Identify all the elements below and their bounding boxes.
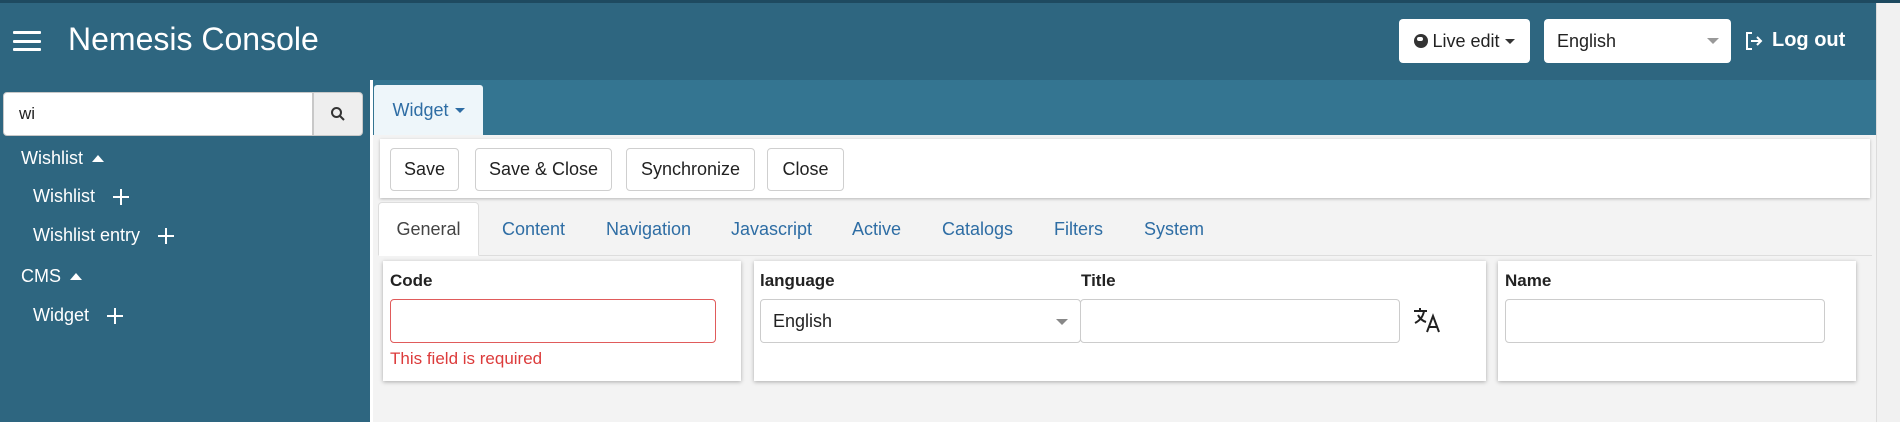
- plus-icon[interactable]: [107, 307, 124, 324]
- search-icon: [331, 107, 345, 121]
- app-window: Nemesis Console Live edit English Log ou…: [0, 0, 1900, 422]
- caret-up-icon: [92, 155, 104, 162]
- tab-filters[interactable]: Filters: [1054, 202, 1103, 256]
- live-edit-label: Live edit: [1432, 30, 1500, 51]
- plus-icon[interactable]: [158, 227, 175, 244]
- module-label: Widget: [392, 99, 449, 120]
- language-dropdown-value: English: [773, 310, 833, 331]
- language-select-value: English: [1557, 30, 1617, 51]
- sidebar-group-label: CMS: [21, 266, 61, 286]
- action-toolbar: Save Save & Close Synchronize Close: [380, 139, 1870, 198]
- code-error-message: This field is required: [390, 349, 543, 368]
- tab-content[interactable]: Content: [502, 202, 565, 256]
- name-label: Name: [1505, 271, 1552, 290]
- tab-active[interactable]: Active: [852, 202, 901, 256]
- logout-button[interactable]: Log out: [1744, 29, 1845, 52]
- localized-title-panel: language English Title: [754, 261, 1486, 381]
- sidebar-group-cms[interactable]: CMS: [21, 266, 82, 287]
- caret-down-icon: [454, 107, 465, 113]
- sidebar-search: [3, 92, 363, 136]
- hamburger-menu-icon[interactable]: [13, 31, 41, 51]
- chevron-down-icon: [1056, 319, 1068, 325]
- vertical-scrollbar[interactable]: [1876, 3, 1900, 422]
- sidebar-search-input[interactable]: [3, 92, 313, 136]
- sidebar: Wishlist Wishlist Wishlist entry CMS Wid…: [0, 80, 370, 422]
- synchronize-button[interactable]: Synchronize: [626, 148, 755, 191]
- sidebar-group-wishlist[interactable]: Wishlist: [21, 148, 104, 169]
- module-dropdown-button[interactable]: Widget: [374, 85, 483, 135]
- code-label: Code: [390, 271, 433, 290]
- language-select[interactable]: English: [1544, 19, 1731, 63]
- sidebar-item-label: Wishlist entry: [33, 225, 141, 245]
- tab-navigation[interactable]: Navigation: [606, 202, 691, 256]
- tab-bar: General Content Navigation Javascript Ac…: [378, 202, 1872, 256]
- name-input[interactable]: [1505, 299, 1825, 343]
- close-button[interactable]: Close: [767, 148, 844, 191]
- title-label: Title: [1081, 271, 1116, 290]
- sidebar-item-widget[interactable]: Widget: [33, 305, 124, 326]
- tab-javascript[interactable]: Javascript: [731, 202, 812, 256]
- module-bar: [373, 80, 1876, 135]
- name-panel: Name: [1498, 261, 1856, 381]
- title-input[interactable]: [1080, 299, 1400, 343]
- live-edit-button[interactable]: Live edit: [1399, 19, 1530, 63]
- globe-icon: [1414, 34, 1429, 48]
- caret-up-icon: [70, 273, 82, 280]
- sidebar-item-wishlist-entry[interactable]: Wishlist entry: [33, 225, 175, 246]
- logout-label: Log out: [1772, 29, 1846, 51]
- tab-catalogs[interactable]: Catalogs: [942, 202, 1013, 256]
- chevron-down-icon: [1707, 38, 1719, 44]
- code-input[interactable]: [390, 299, 716, 343]
- app-title: Nemesis Console: [68, 21, 319, 57]
- sidebar-item-wishlist[interactable]: Wishlist: [33, 186, 129, 207]
- search-button[interactable]: [313, 92, 363, 136]
- code-panel: Code This field is required: [383, 261, 741, 381]
- save-button[interactable]: Save: [390, 148, 459, 191]
- plus-icon[interactable]: [113, 188, 129, 205]
- translate-icon[interactable]: [1412, 305, 1442, 335]
- tab-system[interactable]: System: [1144, 202, 1204, 256]
- sidebar-item-label: Wishlist: [33, 186, 95, 206]
- top-header: Nemesis Console Live edit English Log ou…: [0, 3, 1876, 80]
- save-close-button[interactable]: Save & Close: [475, 148, 612, 191]
- language-label: language: [760, 271, 835, 290]
- sidebar-group-label: Wishlist: [21, 148, 83, 168]
- sidebar-item-label: Widget: [33, 305, 90, 325]
- logout-icon: [1746, 31, 1763, 50]
- caret-down-icon: [1504, 38, 1515, 44]
- tab-general[interactable]: General: [378, 202, 479, 256]
- language-dropdown[interactable]: English: [760, 299, 1081, 343]
